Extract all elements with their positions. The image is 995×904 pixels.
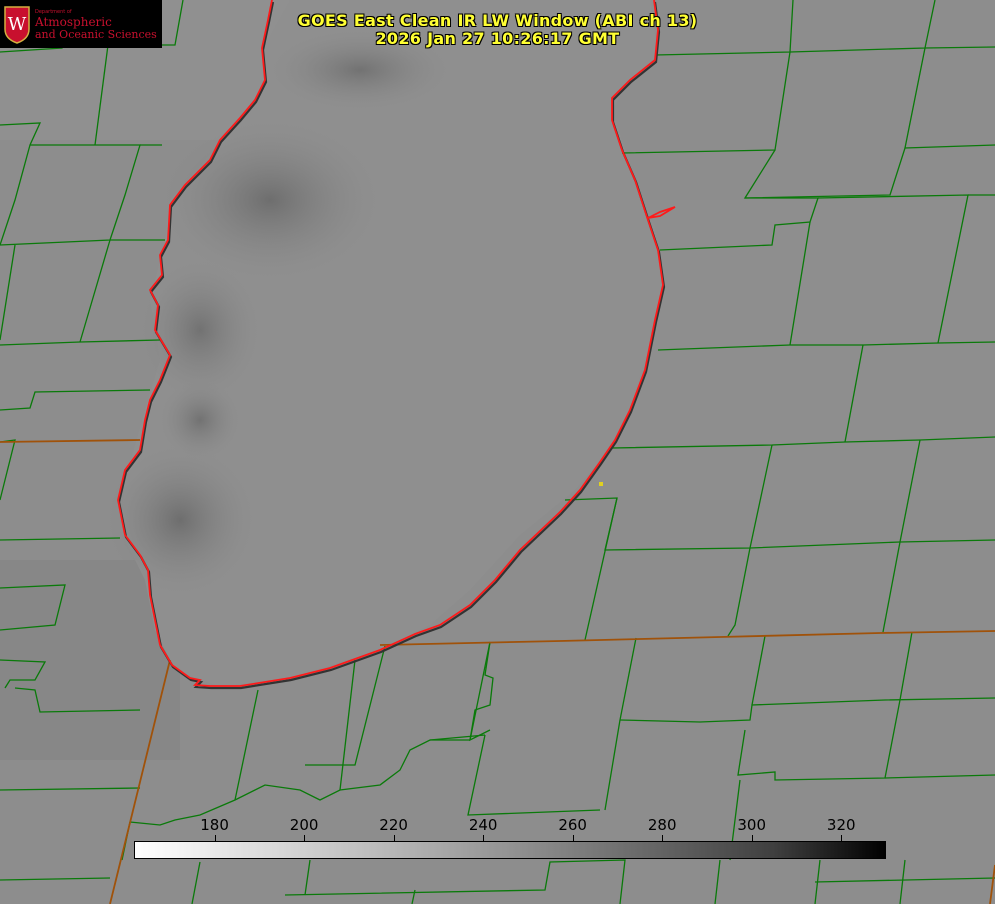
colorbar-tick-label: 260 (558, 816, 587, 834)
colorbar-tick-label: 320 (826, 816, 856, 834)
uw-seal-icon: W (4, 6, 30, 44)
colorbar-tick-label: 220 (379, 816, 408, 834)
logo-line2: and Oceanic Sciences (35, 28, 157, 41)
colorbar-tick-mark (572, 835, 574, 841)
cloud-band (160, 120, 380, 280)
colorbar-tick-label: 300 (737, 816, 767, 834)
logo-line1: Atmospheric (35, 15, 112, 29)
colorbar-tick-label: 240 (468, 816, 498, 834)
colorbar-tick-label: 200 (289, 816, 319, 834)
cloud-band (160, 380, 240, 460)
colorbar-tick-mark (304, 835, 306, 841)
seal-letter: W (8, 14, 27, 35)
colorbar-tick-label: 180 (200, 816, 229, 834)
aos-logo: W Department of Atmospheric and Oceanic … (0, 0, 162, 48)
location-marker (599, 482, 603, 486)
satellite-map (0, 0, 995, 904)
colorbar-tick-mark (393, 835, 395, 841)
colorbar (134, 841, 886, 859)
colorbar-tick-mark (841, 835, 843, 841)
colorbar-tick-mark (214, 835, 216, 841)
colorbar-tick-mark (483, 835, 485, 841)
colorbar-tick-mark (751, 835, 753, 841)
colorbar-tick-label: 280 (647, 816, 677, 834)
colorbar-tick-mark (662, 835, 664, 841)
